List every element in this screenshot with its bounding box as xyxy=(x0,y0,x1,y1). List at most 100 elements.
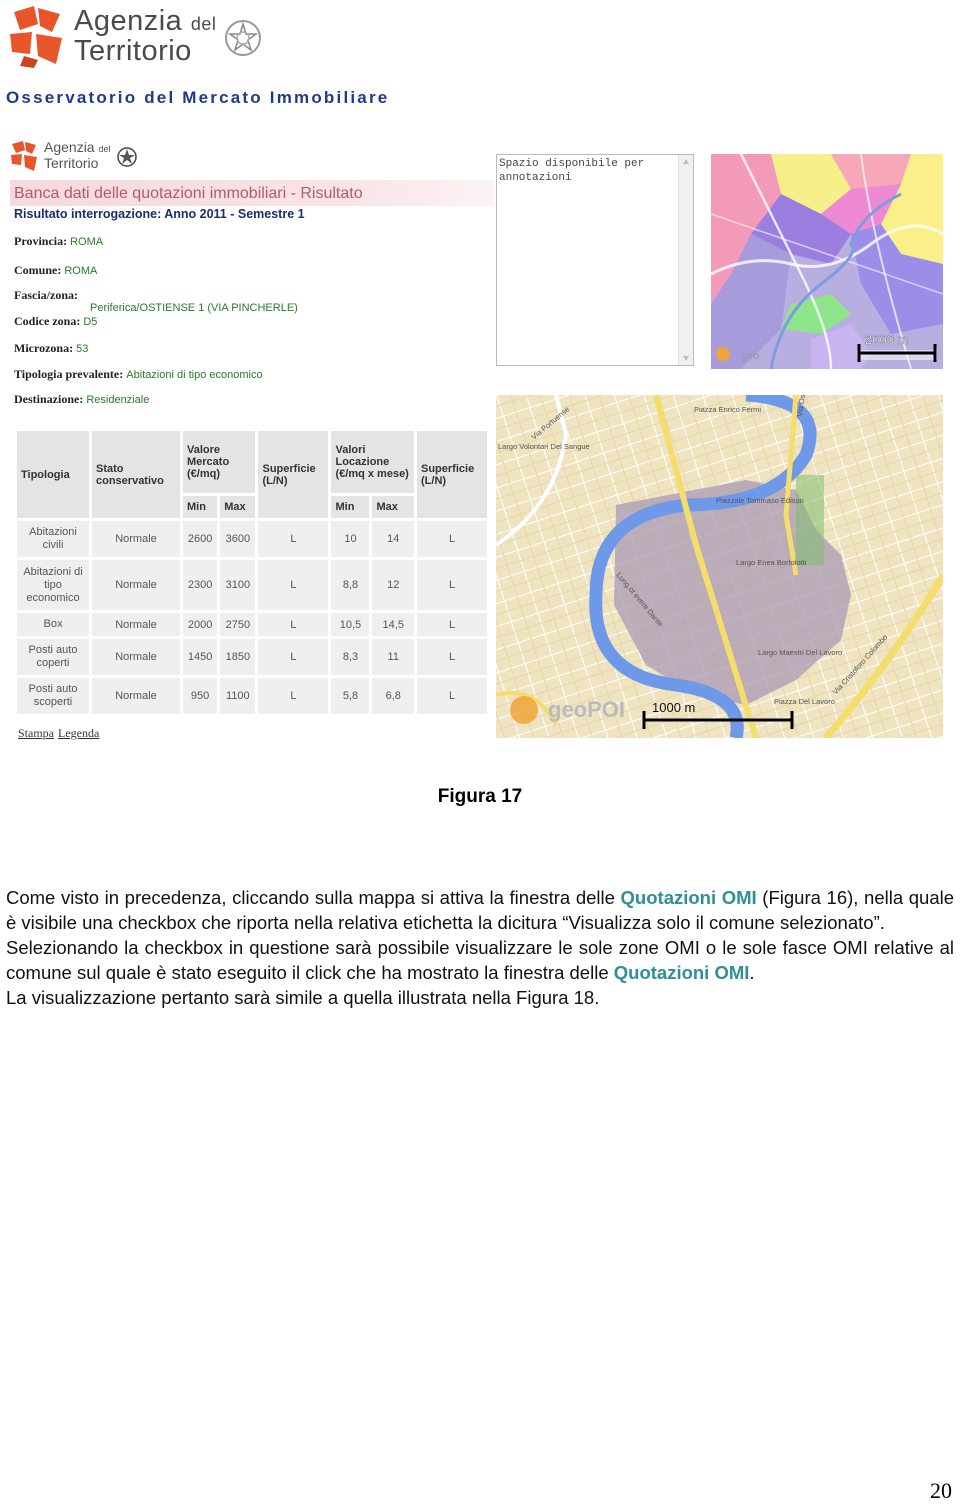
quotazioni-omi-highlight: Quotazioni OMI xyxy=(620,887,757,908)
paragraph: Selezionando la checkbox in questione sa… xyxy=(6,937,954,983)
microzona-value: 53 xyxy=(76,343,89,355)
map1-scale-label: 2000 m xyxy=(865,332,908,347)
cell-superficie: L xyxy=(258,521,329,557)
codice-zona-value: D5 xyxy=(83,316,98,328)
cell-locazione-max: 11 xyxy=(372,639,414,675)
agenzia-logo-mark xyxy=(10,6,62,68)
comune-value: ROMA xyxy=(64,265,98,277)
omi-result-page: Agenzia del Territorio Banca dati delle … xyxy=(10,138,494,748)
page-number: 20 xyxy=(930,1478,952,1503)
banner-title: Banca dati delle quotazioni immobiliari … xyxy=(14,185,363,202)
table-row: Posti auto scoperti Normale 950 1100 L 5… xyxy=(17,678,487,714)
header-max: Max xyxy=(372,496,414,518)
header-tipologia: Tipologia xyxy=(17,431,89,518)
cell-superficie-locazione: L xyxy=(417,560,487,610)
cell-locazione-min: 5,8 xyxy=(331,678,370,714)
cell-locazione-max: 14,5 xyxy=(372,613,414,636)
cell-stato: Normale xyxy=(92,639,180,675)
legenda-link[interactable]: Legenda xyxy=(58,726,99,740)
street-label: Largo Maestri Del Lavoro xyxy=(758,648,842,657)
header-superficie: Superficie (L/N) xyxy=(258,431,329,518)
cell-stato: Normale xyxy=(92,678,180,714)
cell-mercato-min: 950 xyxy=(183,678,218,714)
cell-mercato-max: 2750 xyxy=(220,613,256,636)
cell-mercato-min: 2300 xyxy=(183,560,218,610)
cell-stato: Normale xyxy=(92,613,180,636)
tipologia-row: Tipologia prevalente: Abitazioni di tipo… xyxy=(14,367,263,381)
cell-superficie-locazione: L xyxy=(417,678,487,714)
body-text: Come visto in precedenza, cliccando sull… xyxy=(6,885,954,1010)
table-row: Abitazioni di tipo economico Normale 230… xyxy=(17,560,487,610)
header-superficie-locazione: Superficie (L/N) xyxy=(417,431,487,518)
street-label: Piazza Del Lavoro xyxy=(774,697,835,706)
fascia-value: Periferica/OSTIENSE 1 (VIA PINCHERLE) xyxy=(90,302,298,314)
street-label: Largo Enea Bortolotti xyxy=(736,558,807,567)
annotations-textarea[interactable]: Spazio disponibile per annotazioni xyxy=(496,154,694,366)
cell-superficie: L xyxy=(258,678,329,714)
cell-mercato-max: 1100 xyxy=(220,678,256,714)
cell-mercato-max: 3100 xyxy=(220,560,256,610)
cell-mercato-max: 3600 xyxy=(220,521,256,557)
cell-locazione-max: 14 xyxy=(372,521,414,557)
figure-brand-territorio: Territorio xyxy=(44,155,99,171)
query-result-heading: Risultato interrogazione: Anno 2011 - Se… xyxy=(14,207,305,221)
geopoi-logo-icon xyxy=(716,347,730,361)
geopoi-logo-icon xyxy=(510,696,538,724)
cell-stato: Normale xyxy=(92,560,180,610)
header-min: Min xyxy=(183,496,218,518)
cell-tipologia: Posti auto coperti xyxy=(17,639,89,675)
provincia-value: ROMA xyxy=(70,236,104,248)
cell-mercato-min: 2600 xyxy=(183,521,218,557)
destinazione-value: Residenziale xyxy=(86,394,150,406)
cell-locazione-min: 8,3 xyxy=(331,639,370,675)
microzona-row: Microzona: 53 xyxy=(14,341,89,355)
zone-detail-map[interactable]: Via Portuense Piazza Enrico Fermi Via Os… xyxy=(496,395,943,738)
cell-locazione-max: 6,8 xyxy=(372,678,414,714)
figure-logo-mark xyxy=(11,141,37,171)
quotazioni-omi-highlight: Quotazioni OMI xyxy=(613,962,750,983)
brand-name-territorio: Territorio xyxy=(74,35,192,67)
cell-superficie: L xyxy=(258,613,329,636)
section-subtitle: Osservatorio del Mercato Immobiliare xyxy=(6,88,390,107)
cell-mercato-min: 2000 xyxy=(183,613,218,636)
scroll-arrows-icon xyxy=(683,159,689,361)
table-row: Posti auto coperti Normale 1450 1850 L 8… xyxy=(17,639,487,675)
stampa-link[interactable]: Stampa xyxy=(18,726,54,740)
overview-map[interactable]: geo 2000 m xyxy=(711,154,943,369)
annotations-placeholder: Spazio disponibile per annotazioni xyxy=(499,158,645,184)
cell-locazione-min: 10,5 xyxy=(331,613,370,636)
cell-superficie: L xyxy=(258,639,329,675)
paragraph: Come visto in precedenza, cliccando sull… xyxy=(6,887,955,933)
header-min: Min xyxy=(331,496,370,518)
cell-superficie-locazione: L xyxy=(417,639,487,675)
map2-brand: geoPOI xyxy=(548,697,625,722)
destinazione-row: Destinazione: Residenziale xyxy=(14,392,150,406)
cell-tipologia: Abitazioni di tipo economico xyxy=(17,560,89,610)
cell-superficie-locazione: L xyxy=(417,521,487,557)
table-row: Abitazioni civili Normale 2600 3600 L 10… xyxy=(17,521,487,557)
table-row: Box Normale 2000 2750 L 10,5 14,5 L xyxy=(17,613,487,636)
comune-row: Comune: ROMA xyxy=(14,263,98,277)
figure-caption: Figura 17 xyxy=(437,786,523,807)
paragraph: La visualizzazione pertanto sarà simile … xyxy=(6,987,600,1008)
quotazioni-table: Tipologia Stato conservativo Valore Merc… xyxy=(14,428,490,717)
cell-tipologia: Abitazioni civili xyxy=(17,521,89,557)
codice-zona-row: Codice zona: D5 xyxy=(14,314,98,328)
header-stato: Stato conservativo xyxy=(92,431,180,518)
cell-locazione-min: 10 xyxy=(331,521,370,557)
cell-superficie-locazione: L xyxy=(417,613,487,636)
italian-republic-emblem-icon xyxy=(225,20,261,56)
cell-superficie: L xyxy=(258,560,329,610)
cell-locazione-min: 8,8 xyxy=(331,560,370,610)
map1-brand: geo xyxy=(741,350,759,362)
cell-locazione-max: 12 xyxy=(372,560,414,610)
cell-stato: Normale xyxy=(92,521,180,557)
header-valore-mercato: Valore Mercato (€/mq) xyxy=(183,431,256,493)
street-label: Piazzale Tommaso Edison xyxy=(716,496,804,505)
figure-emblem-icon xyxy=(117,147,137,167)
header-max: Max xyxy=(220,496,256,518)
map2-scale-label: 1000 m xyxy=(652,700,695,715)
tipologia-value: Abitazioni di tipo economico xyxy=(126,369,263,381)
results-banner: Banca dati delle quotazioni immobiliari … xyxy=(10,180,494,206)
annotations-scrollbar[interactable] xyxy=(678,155,693,365)
